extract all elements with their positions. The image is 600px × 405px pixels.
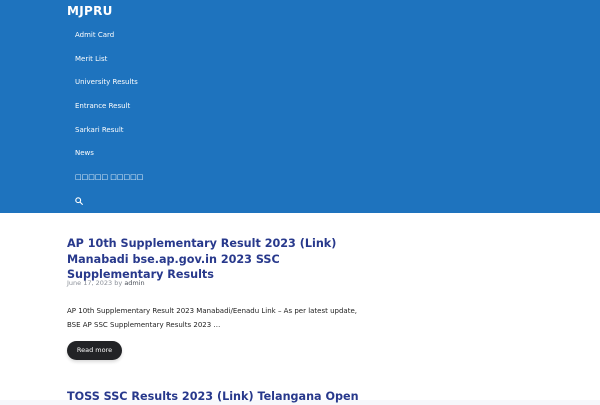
site-header: MJPRU Admit Card Merit List University R… [0, 0, 600, 213]
nav-item-admit-card[interactable]: Admit Card [67, 24, 267, 48]
post-title[interactable]: AP 10th Supplementary Result 2023 (Link)… [67, 236, 367, 283]
nav-item-hindi[interactable]: □□□□□ □□□□□ [67, 166, 267, 190]
post-excerpt: AP 10th Supplementary Result 2023 Manaba… [67, 307, 357, 329]
nav-item-sarkari-result[interactable]: Sarkari Result [67, 119, 267, 143]
nav-item-news[interactable]: News [67, 142, 267, 166]
post-author[interactable]: admin [124, 279, 144, 287]
post-date[interactable]: June 17, 2023 [67, 279, 112, 287]
site-title[interactable]: MJPRU [67, 4, 113, 18]
search-button[interactable] [67, 190, 267, 214]
nav-item-merit-list[interactable]: Merit List [67, 48, 267, 72]
search-icon [75, 197, 83, 205]
nav-item-entrance-result[interactable]: Entrance Result [67, 95, 267, 119]
nav-item-university-results[interactable]: University Results [67, 71, 267, 95]
read-more-button[interactable]: Read more [67, 341, 122, 360]
post-meta: June 17, 2023 by admin [67, 279, 145, 287]
post-by: by [114, 279, 123, 287]
post-title-2[interactable]: TOSS SSC Results 2023 (Link) Telangana O… [67, 389, 387, 405]
main-nav: Admit Card Merit List University Results… [67, 24, 267, 214]
